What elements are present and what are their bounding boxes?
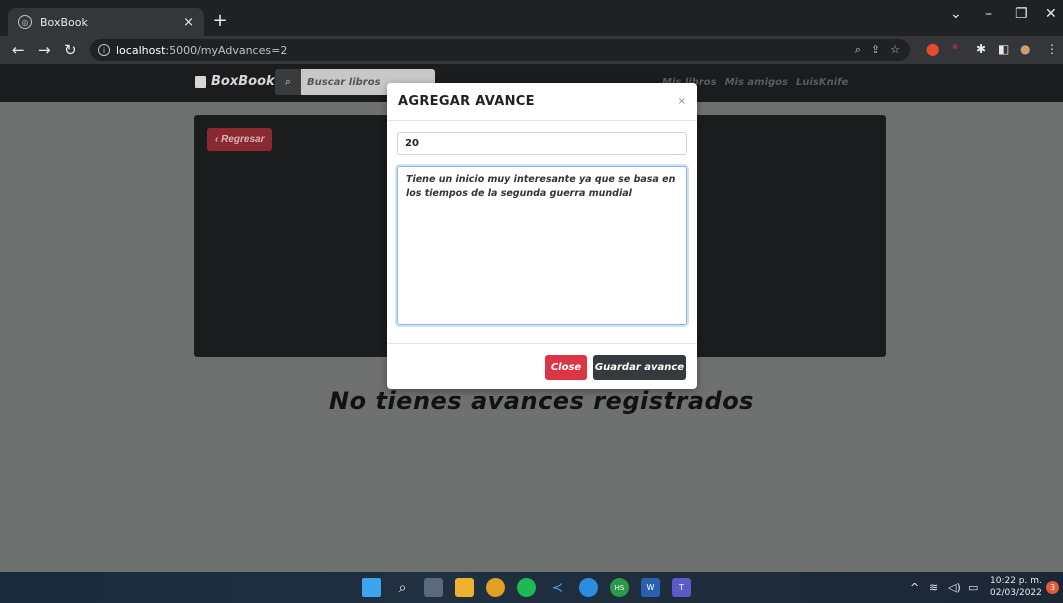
- browser-tab[interactable]: ◎ BoxBook ×: [8, 8, 204, 36]
- url-path: :5000/myAdvances=2: [165, 43, 288, 57]
- clock-date: 02/03/2022: [990, 588, 1042, 598]
- notification-badge[interactable]: 3: [1046, 581, 1059, 594]
- extensions-puzzle-icon[interactable]: ✱: [976, 42, 986, 56]
- search-icon[interactable]: ⌕: [393, 578, 412, 597]
- windows-start-icon[interactable]: [362, 578, 381, 597]
- brand-name: BoxBook: [211, 74, 275, 89]
- minimize-button[interactable]: –: [985, 6, 992, 22]
- book-icon: [195, 75, 206, 88]
- browser-tab-bar: ◎ BoxBook × + ⌄ – ❐ ✕: [0, 0, 1063, 36]
- task-view-icon[interactable]: [424, 578, 443, 597]
- teams-icon[interactable]: T: [672, 578, 691, 597]
- menu-kebab-icon[interactable]: ⋮: [1046, 42, 1058, 56]
- modal-title: AGREGAR AVANCE: [398, 94, 535, 109]
- extension-icon[interactable]: ▪: [952, 42, 958, 52]
- info-icon[interactable]: i: [98, 44, 110, 56]
- empty-state-message: No tienes avances registrados: [329, 387, 754, 415]
- hs-app-icon[interactable]: HS: [610, 578, 629, 597]
- maximize-button[interactable]: ❐: [1015, 6, 1028, 22]
- side-panel-icon[interactable]: ◧: [998, 42, 1009, 56]
- brand-logo[interactable]: BoxBook: [195, 74, 275, 89]
- bookmark-star-icon[interactable]: ☆: [890, 43, 900, 57]
- file-explorer-icon[interactable]: [455, 578, 474, 597]
- save-progress-button[interactable]: Guardar avance: [593, 355, 686, 380]
- chevron-up-icon[interactable]: ^: [910, 581, 919, 594]
- add-progress-modal: AGREGAR AVANCE × 20 Tiene un inicio muy …: [387, 83, 697, 389]
- back-arrow-icon[interactable]: ←: [12, 41, 25, 59]
- tab-title: BoxBook: [40, 15, 88, 29]
- app-icon[interactable]: [579, 578, 598, 597]
- battery-icon[interactable]: ▭: [968, 581, 978, 594]
- close-icon[interactable]: ×: [678, 96, 686, 107]
- reload-icon[interactable]: ↻: [64, 41, 77, 59]
- system-clock[interactable]: 10:22 p. m. 02/03/2022: [990, 575, 1042, 599]
- wifi-icon[interactable]: ≋: [929, 581, 938, 594]
- new-tab-button[interactable]: +: [209, 9, 231, 31]
- profile-avatar-icon[interactable]: ●: [1020, 42, 1030, 56]
- comment-textarea[interactable]: Tiene un inicio muy interesante ya que s…: [397, 166, 687, 325]
- volume-icon[interactable]: ◁): [948, 581, 961, 594]
- close-button[interactable]: Close: [545, 355, 587, 380]
- url-host: localhost: [116, 43, 166, 57]
- extension-icon[interactable]: ⬤: [926, 42, 939, 56]
- zoom-icon[interactable]: ⌕: [855, 43, 861, 57]
- windows-taskbar: ⌕ ≺ HS W T ^ ≋ ◁) ▭ 10:22 p. m. 02/03/20…: [0, 572, 1063, 603]
- search-icon[interactable]: ⌕: [275, 69, 301, 95]
- address-bar: ← → ↻ i localhost :5000/myAdvances=2 ⌕ ⇪…: [0, 36, 1063, 64]
- clock-time: 10:22 p. m.: [990, 576, 1042, 586]
- globe-icon: ◎: [18, 15, 32, 29]
- modal-footer: Close Guardar avance: [387, 343, 697, 389]
- close-window-button[interactable]: ✕: [1045, 6, 1057, 22]
- vscode-icon[interactable]: ≺: [548, 578, 567, 597]
- tab-close-icon[interactable]: ×: [183, 15, 194, 30]
- spotify-icon[interactable]: [517, 578, 536, 597]
- url-input[interactable]: i localhost :5000/myAdvances=2 ⌕ ⇪ ☆: [90, 39, 910, 61]
- modal-body: 20 Tiene un inicio muy interesante ya qu…: [387, 121, 697, 325]
- tab-search-icon[interactable]: ⌄: [950, 6, 962, 22]
- nav-link-user-menu[interactable]: LuisKnife: [796, 77, 848, 88]
- forward-arrow-icon[interactable]: →: [38, 41, 51, 59]
- word-icon[interactable]: W: [641, 578, 660, 597]
- chrome-icon[interactable]: [486, 578, 505, 597]
- share-icon[interactable]: ⇪: [871, 43, 880, 57]
- page-number-input[interactable]: 20: [397, 132, 687, 155]
- modal-header: AGREGAR AVANCE ×: [387, 83, 697, 121]
- nav-link-my-friends[interactable]: Mis amigos: [725, 77, 788, 88]
- back-button[interactable]: ‹ Regresar: [207, 128, 273, 151]
